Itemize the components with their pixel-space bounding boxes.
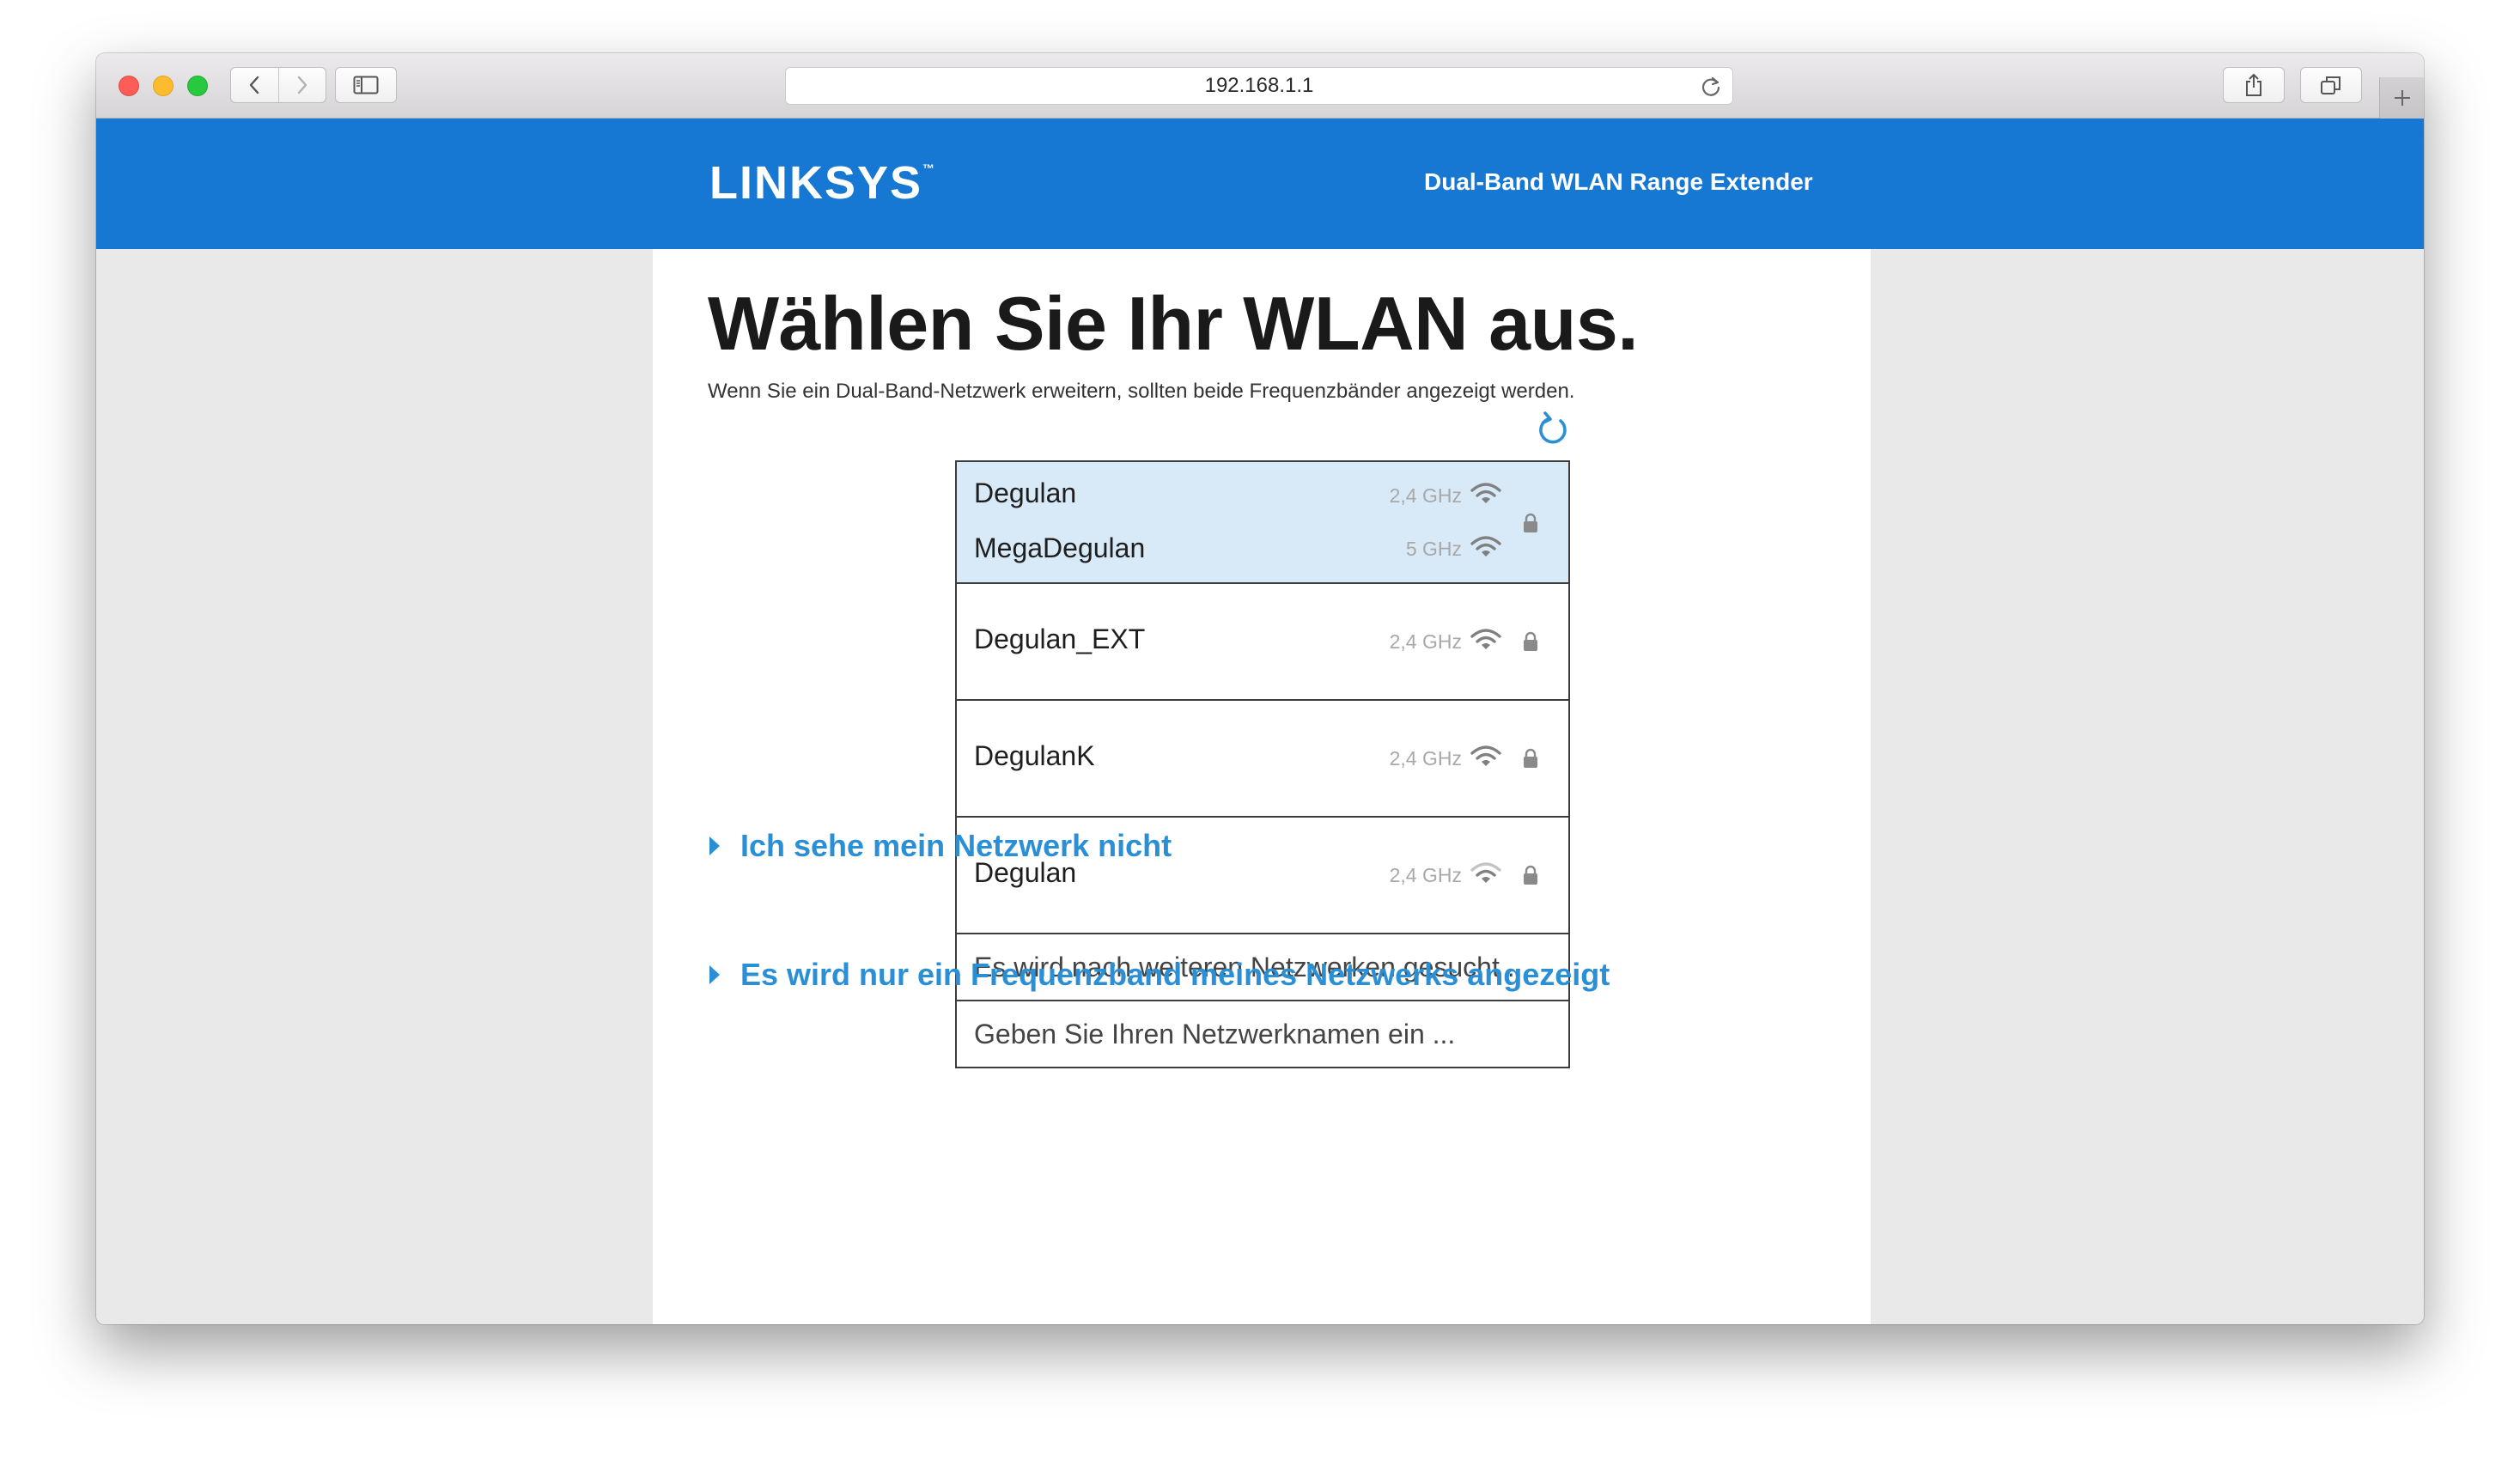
sidebar-toggle-button[interactable] [335, 67, 397, 103]
product-name: Dual-Band WLAN Range Extender [1424, 168, 1813, 195]
setup-panel: Wählen Sie Ihr WLAN aus. Wenn Sie ein Du… [653, 249, 1871, 1324]
browser-toolbar: 192.168.1.1 [96, 53, 2424, 119]
caret-right-icon [709, 965, 720, 984]
navigation-buttons [230, 67, 326, 103]
network-band: 2,4 GHz [1389, 864, 1462, 886]
enter-network-name-text: Geben Sie Ihren Netzwerknamen ein ... [974, 1018, 1456, 1049]
lock-icon [1524, 748, 1537, 768]
maximize-window-button[interactable] [187, 76, 208, 96]
tabs-icon [2321, 76, 2340, 94]
page-subtitle: Wenn Sie ein Dual-Band-Netzwerk erweiter… [708, 380, 1575, 403]
lock-icon [1524, 631, 1537, 651]
plus-icon [2394, 90, 2410, 106]
network-band: 2,4 GHz [1389, 484, 1462, 507]
tab-overview-button[interactable] [2300, 67, 2362, 103]
site-header: LINKSYS™ Dual-Band WLAN Range Extender [96, 119, 2424, 249]
lock-icon [1524, 865, 1537, 885]
network-band: 2,4 GHz [1389, 747, 1462, 770]
sidebar-icon [353, 76, 379, 94]
caret-right-icon [709, 836, 720, 855]
address-bar[interactable]: 192.168.1.1 [785, 67, 1733, 105]
chevron-right-icon [297, 76, 307, 94]
refresh-icon[interactable] [1534, 411, 1572, 448]
help-link-network-not-visible[interactable]: Ich sehe mein Netzwerk nicht [708, 828, 1172, 864]
linksys-logo[interactable]: LINKSYS™ [709, 156, 934, 210]
logo-text: LINKSYS [709, 157, 923, 209]
forward-button[interactable] [277, 68, 326, 102]
network-ssid: MegaDegulan [974, 532, 1146, 563]
chevron-left-icon [250, 76, 259, 94]
close-window-button[interactable] [119, 76, 139, 96]
help-link-single-band-visible[interactable]: Es wird nur ein Frequenzband meines Netz… [708, 957, 1610, 993]
url-text: 192.168.1.1 [1204, 74, 1314, 97]
page-viewport: LINKSYS™ Dual-Band WLAN Range Extender W… [96, 119, 2424, 1324]
network-band: 2,4 GHz [1389, 630, 1462, 653]
wifi-icon [1470, 862, 1501, 883]
page-title: Wählen Sie Ihr WLAN aus. [708, 281, 1639, 366]
wifi-icon [1470, 536, 1501, 557]
share-icon [2246, 74, 2261, 96]
network-item[interactable]: Degulan_EXT 2,4 GHz [957, 584, 1568, 701]
wifi-icon [1470, 745, 1501, 766]
network-item[interactable]: DegulanK 2,4 GHz [957, 701, 1568, 818]
wifi-icon [1470, 483, 1501, 503]
back-button[interactable] [231, 68, 278, 102]
reload-icon[interactable] [1700, 76, 1722, 98]
network-item-dual-band[interactable]: Degulan 2,4 GHz MegaDegulan 5 GHz [957, 462, 1568, 584]
share-button[interactable] [2223, 67, 2285, 103]
wifi-icon [1470, 629, 1501, 649]
network-ssid: Degulan [974, 478, 1077, 508]
network-band: 5 GHz [1405, 538, 1462, 560]
browser-window: 192.168.1.1 LINKSYS™ Dual-Band WLAN Rang… [96, 53, 2424, 1324]
help-link-label: Es wird nur ein Frequenzband meines Netz… [740, 957, 1610, 992]
minimize-window-button[interactable] [153, 76, 173, 96]
enter-network-name-row[interactable]: Geben Sie Ihren Netzwerknamen ein ... [957, 1001, 1568, 1067]
network-ssid: DegulanK [974, 740, 1095, 771]
help-link-label: Ich sehe mein Netzwerk nicht [740, 828, 1172, 863]
new-tab-button[interactable] [2379, 77, 2424, 119]
logo-trademark: ™ [922, 161, 935, 175]
network-ssid: Degulan_EXT [974, 624, 1146, 654]
lock-icon [1524, 513, 1537, 532]
